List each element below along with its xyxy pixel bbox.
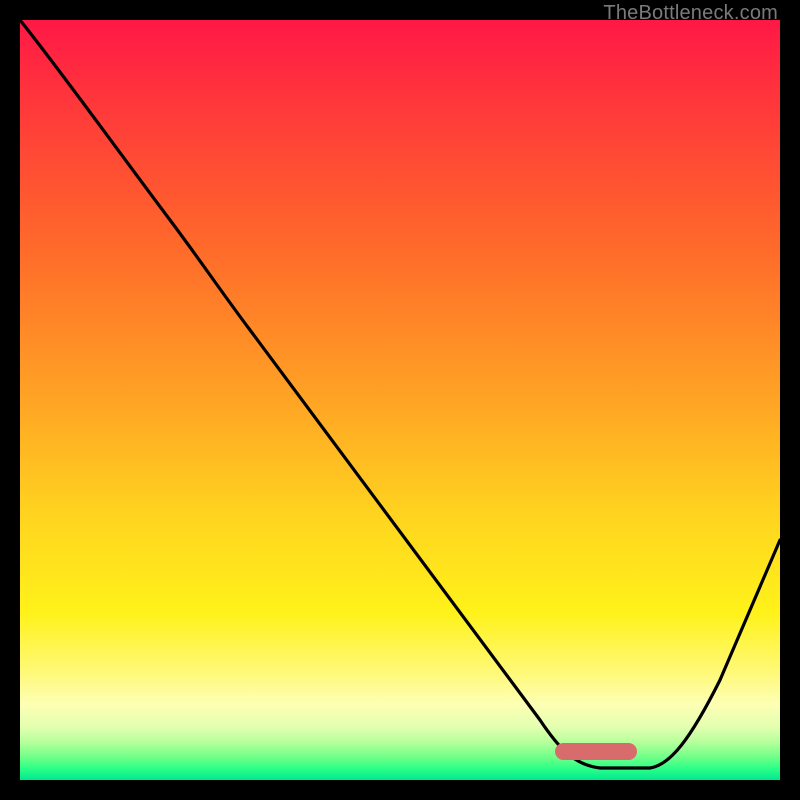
watermark-text: TheBottleneck.com	[603, 2, 778, 25]
optimal-range-marker	[555, 743, 637, 760]
bottleneck-curve	[20, 20, 780, 768]
curve-layer	[20, 20, 780, 780]
